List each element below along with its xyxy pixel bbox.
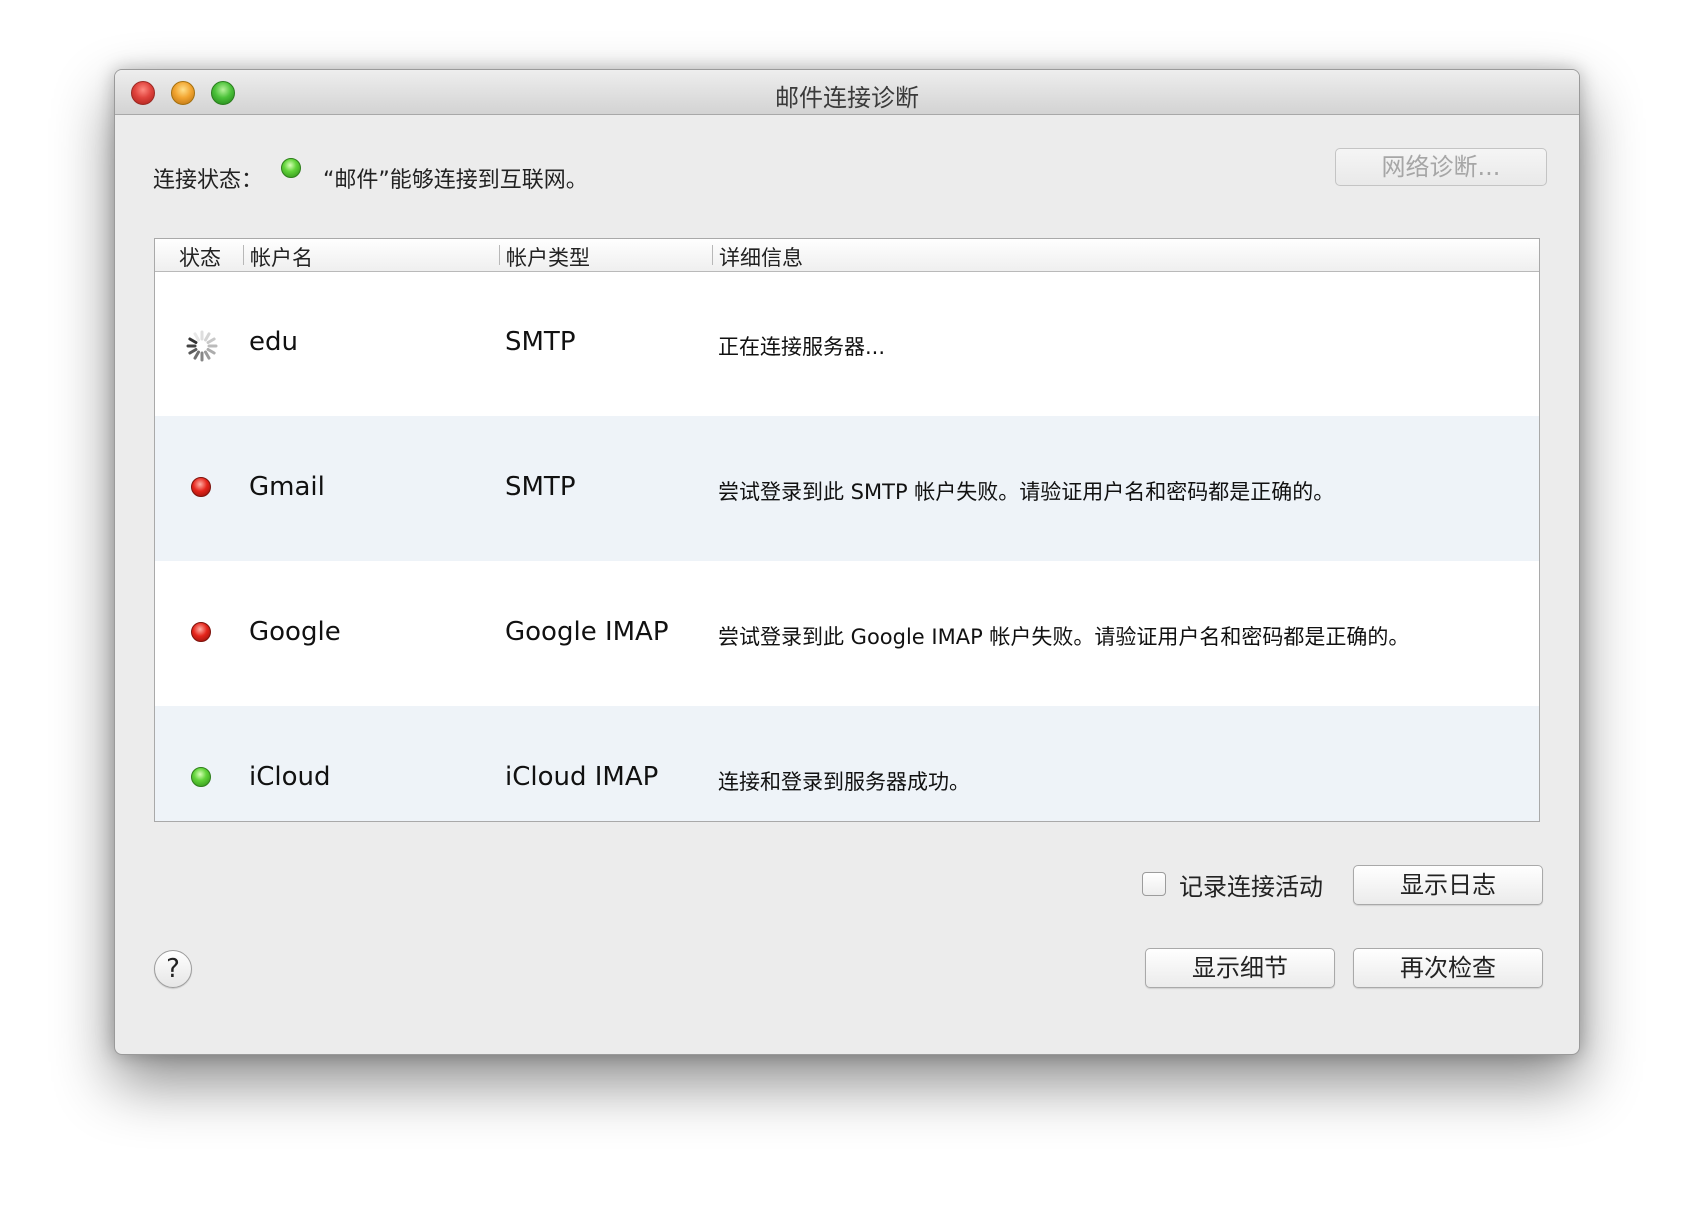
table-row[interactable]: edu SMTP 正在连接服务器... xyxy=(155,271,1539,416)
account-name: edu xyxy=(249,327,298,357)
help-button[interactable]: ? xyxy=(154,950,192,988)
connection-status-text: “邮件”能够连接到互联网。 xyxy=(323,168,588,193)
red-status-icon xyxy=(191,622,211,642)
column-header-details[interactable]: 详细信息 xyxy=(719,242,803,272)
window-title: 邮件连接诊断 xyxy=(775,84,919,112)
column-header-account-type[interactable]: 帐户类型 xyxy=(506,242,590,272)
table-row[interactable]: Google Google IMAP 尝试登录到此 Google IMAP 帐户… xyxy=(155,561,1539,706)
account-name: Gmail xyxy=(249,472,325,502)
account-detail: 连接和登录到服务器成功。 xyxy=(718,770,970,794)
account-type: Google IMAP xyxy=(505,617,669,647)
network-diagnostics-button[interactable]: 网络诊断... xyxy=(1335,148,1547,186)
column-divider xyxy=(712,245,713,265)
account-name: iCloud xyxy=(249,762,331,792)
show-log-button[interactable]: 显示日志 xyxy=(1353,865,1543,905)
green-status-icon xyxy=(281,158,301,178)
red-status-icon xyxy=(191,477,211,497)
account-name: Google xyxy=(249,617,341,647)
account-detail: 正在连接服务器... xyxy=(718,335,886,359)
log-connection-activity-checkbox[interactable] xyxy=(1142,872,1166,896)
column-header-account-name[interactable]: 帐户名 xyxy=(250,242,313,272)
column-divider xyxy=(499,245,500,265)
account-detail: 尝试登录到此 SMTP 帐户失败。请验证用户名和密码都是正确的。 xyxy=(718,480,1335,504)
column-divider xyxy=(243,245,244,265)
account-type: iCloud IMAP xyxy=(505,762,659,792)
connection-status-label: 连接状态： xyxy=(153,168,264,193)
log-connection-activity-label[interactable]: 记录连接活动 xyxy=(1179,867,1323,902)
spinner-icon xyxy=(186,330,218,362)
table-row[interactable]: iCloud iCloud IMAP 连接和登录到服务器成功。 xyxy=(155,706,1539,821)
title-bar[interactable]: 邮件连接诊断 xyxy=(115,70,1579,115)
account-type: SMTP xyxy=(505,327,576,357)
account-type: SMTP xyxy=(505,472,576,502)
accounts-table: 状态 帐户名 帐户类型 详细信息 edu SMTP 正在连接服务器... Gma… xyxy=(154,238,1540,822)
check-again-button[interactable]: 再次检查 xyxy=(1353,948,1543,988)
show-details-button[interactable]: 显示细节 xyxy=(1145,948,1335,988)
column-header-status[interactable]: 状态 xyxy=(179,242,221,272)
mail-connection-doctor-window: 邮件连接诊断 连接状态： “邮件”能够连接到互联网。 网络诊断... 状态 帐户… xyxy=(114,69,1580,1055)
table-header: 状态 帐户名 帐户类型 详细信息 xyxy=(155,239,1539,272)
green-status-icon xyxy=(191,767,211,787)
table-row[interactable]: Gmail SMTP 尝试登录到此 SMTP 帐户失败。请验证用户名和密码都是正… xyxy=(155,416,1539,561)
account-detail: 尝试登录到此 Google IMAP 帐户失败。请验证用户名和密码都是正确的。 xyxy=(718,625,1410,649)
